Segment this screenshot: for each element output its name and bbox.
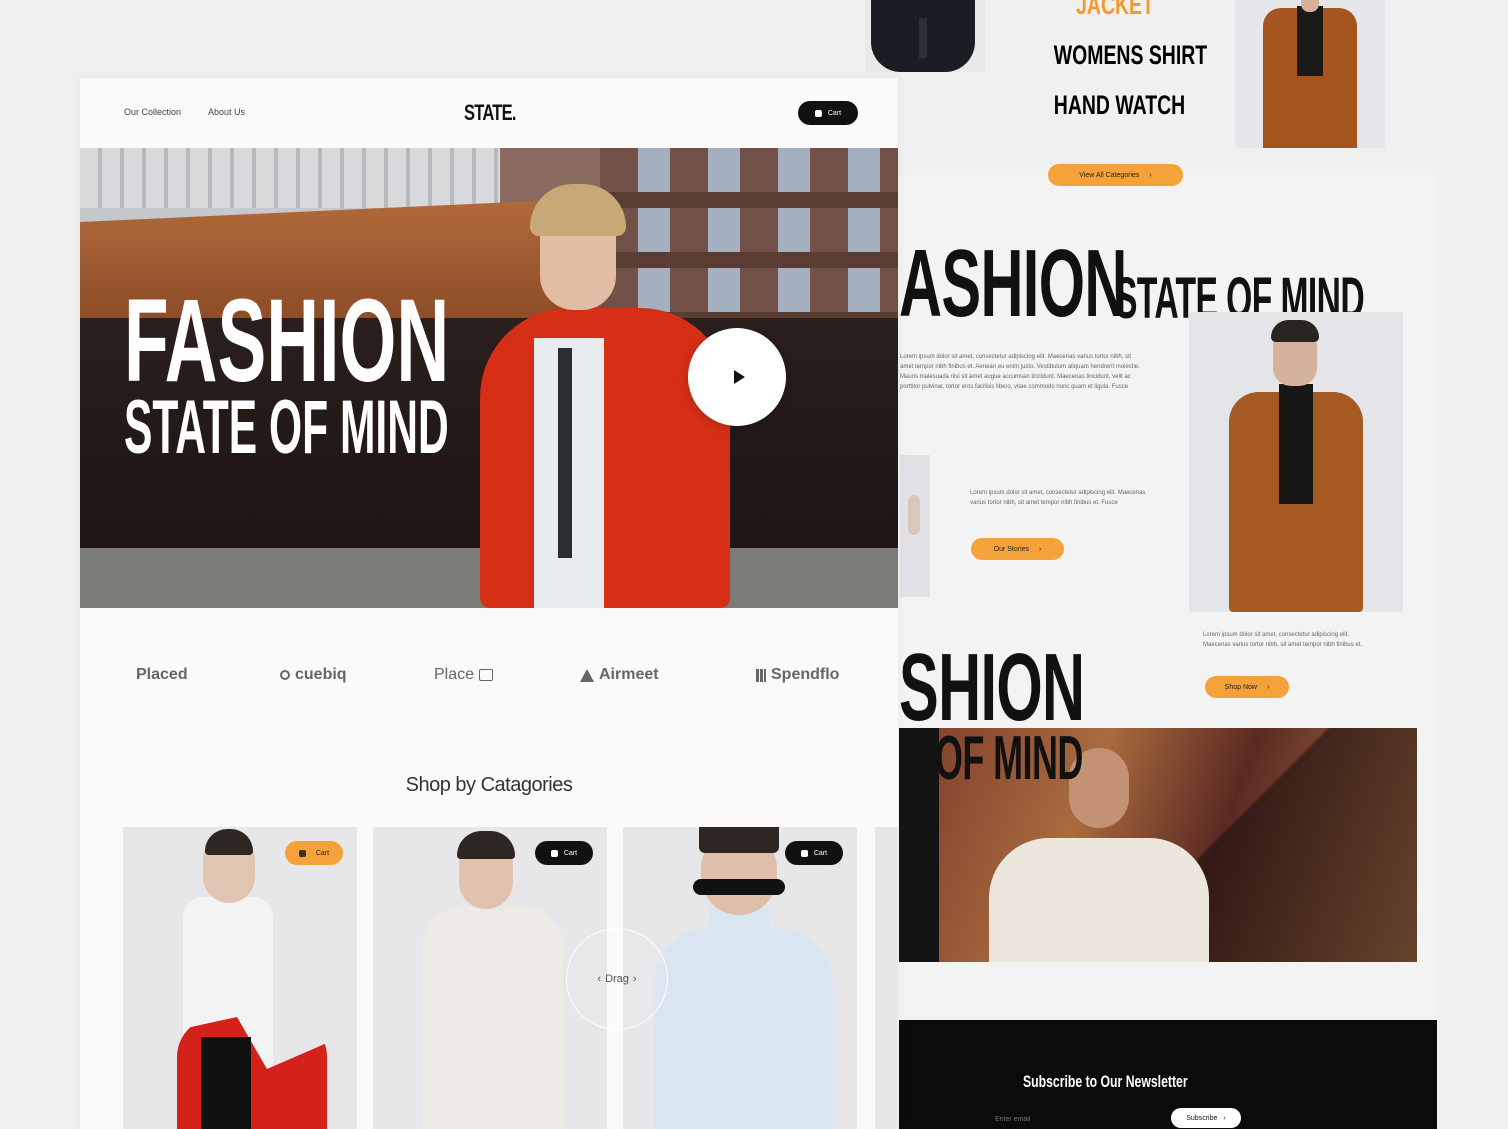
category-photo-dark (865, 0, 985, 72)
brand-logo-placed: Placed (136, 666, 188, 683)
category-card-4[interactable] (875, 827, 898, 1129)
brand-logo-cuebiq: cuebiq (280, 666, 347, 684)
cuebiq-icon (280, 670, 290, 680)
drag-handle[interactable]: ‹ Drag › (566, 928, 668, 1030)
chevron-left-icon: ‹ (597, 973, 602, 985)
newsletter-email-input[interactable] (991, 1110, 1151, 1129)
shop-by-categories-title: Shop by Catagories (405, 774, 573, 796)
shop-now-button[interactable]: Shop Now › (1205, 676, 1289, 698)
our-stories-label: Our Stories (993, 545, 1030, 553)
main-page-mockup: Our Collection About Us STATE. Cart FASH… (80, 78, 898, 1129)
arrow-right-icon: › (1223, 1114, 1226, 1122)
nav-link-our-collection[interactable]: Our Collection (124, 107, 181, 117)
drag-label: Drag (605, 973, 629, 985)
brand-logo-place: Place (434, 666, 494, 684)
category-photo-coat (1235, 0, 1385, 148)
card-2-cart-button[interactable]: Cart (535, 841, 593, 865)
site-logo[interactable]: STATE. (464, 100, 516, 126)
play-video-button[interactable] (688, 328, 786, 426)
card-3-cart-label: Cart (813, 849, 828, 857)
our-stories-button[interactable]: Our Stories › (971, 538, 1064, 560)
subscribe-button[interactable]: Subscribe › (1171, 1108, 1241, 1128)
brand-logo-place-text: Place (434, 666, 475, 683)
cart-icon (814, 109, 822, 117)
brand-logo-spendflo-text: Spendflo (771, 666, 840, 683)
cart-icon (800, 849, 808, 857)
top-nav: Our Collection About Us STATE. Cart (80, 78, 898, 148)
cart-button[interactable]: Cart (798, 101, 858, 125)
feature-paragraph-3: Lorem ipsum dolor sit amet, consectetur … (1203, 632, 1363, 648)
feature-paragraph-1: Lorem ipsum dolor sit amet, consectetur … (900, 354, 1140, 390)
category-item-womens-shirt[interactable]: WOMENS SHIRT (1054, 30, 1207, 80)
category-item-hand-watch[interactable]: HAND WATCH (1054, 80, 1185, 130)
brand-logo-airmeet-text: Airmeet (599, 666, 659, 683)
hero-title-line-2: STATE OF MIND (124, 385, 449, 470)
place-box-icon (479, 669, 494, 681)
card-3-cart-button[interactable]: Cart (785, 841, 843, 865)
play-icon (733, 370, 745, 384)
view-all-label: View All Categories (1079, 171, 1140, 179)
card-1-cart-label: Cart (315, 849, 330, 857)
spendflo-bars-icon (756, 668, 766, 682)
brand-logos-row: Placed cuebiq Place Airmeet Spendflo (80, 638, 898, 708)
category-card-1[interactable]: Cart (123, 827, 357, 1129)
view-all-categories-button[interactable]: View All Categories › (1048, 164, 1183, 186)
category-item-jacket[interactable]: JACKET (1054, 0, 1176, 30)
feature-title-big: ASHION (899, 230, 1127, 337)
newsletter-title: Subscribe to Our Newsletter (1023, 1072, 1188, 1091)
arrow-right-icon: › (1266, 683, 1270, 691)
airmeet-icon (580, 668, 594, 682)
second-title-small: OF MIND (935, 724, 1083, 793)
hero-title-line-1: FASHION (124, 275, 450, 407)
arrow-right-icon: › (1039, 545, 1042, 553)
brand-logo-airmeet: Airmeet (580, 666, 659, 684)
cart-icon (298, 849, 306, 857)
cart-icon (550, 849, 558, 857)
subscribe-label: Subscribe (1186, 1114, 1218, 1122)
card-2-cart-label: Cart (563, 849, 578, 857)
newsletter-section: Subscribe to Our Newsletter Subscribe › (899, 1020, 1437, 1129)
arrow-right-icon: › (1149, 171, 1152, 179)
category-list: JACKET WOMENS SHIRT HAND WATCH (1030, 0, 1207, 130)
chevron-right-icon: › (632, 973, 637, 985)
shop-now-label: Shop Now (1224, 683, 1257, 691)
card-1-cart-button[interactable]: Cart (285, 841, 343, 865)
feature-paragraph-2: Lorem ipsum dolor sit amet, consectetur … (970, 490, 1146, 506)
cart-label: Cart (827, 109, 842, 117)
feature-side-photo (900, 455, 930, 597)
brand-logo-spendflo: Spendflo (756, 666, 839, 684)
feature-coat-photo (1189, 312, 1403, 612)
nav-link-about-us[interactable]: About Us (208, 107, 245, 117)
second-title-big: SHION (899, 634, 1085, 741)
brand-logo-cuebiq-text: cuebiq (295, 666, 347, 683)
hero-banner: FASHION STATE OF MIND (80, 148, 898, 608)
